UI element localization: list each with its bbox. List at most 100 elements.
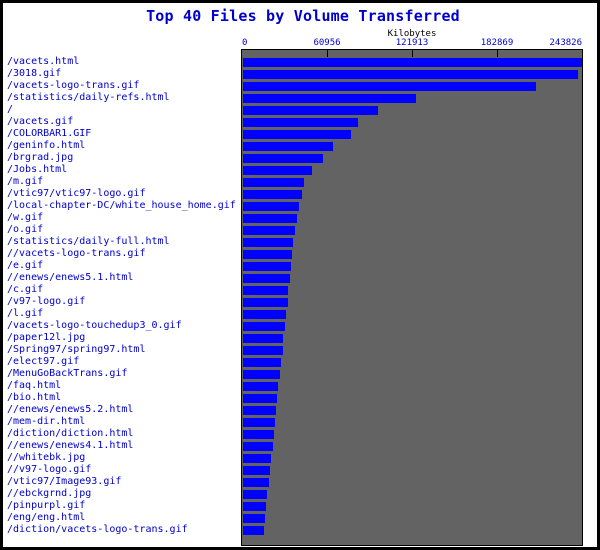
bar-row	[242, 321, 582, 333]
bar-row	[242, 501, 582, 513]
bar-row	[242, 117, 582, 129]
bar-row	[242, 93, 582, 105]
bar	[243, 442, 273, 451]
category-label: //enews/enews5.2.html	[7, 404, 134, 415]
bar	[243, 490, 267, 499]
category-label: /statistics/daily-full.html	[7, 236, 170, 247]
bar-row	[242, 213, 582, 225]
bar-row	[242, 261, 582, 273]
bar	[243, 202, 299, 211]
bar	[243, 94, 416, 103]
x-tick-label: 0	[242, 38, 248, 48]
bar-row	[242, 405, 582, 417]
bar-row	[242, 273, 582, 285]
tick-strip	[242, 50, 582, 57]
bar	[243, 82, 536, 91]
bar	[243, 274, 290, 283]
bar	[243, 430, 274, 439]
chart-title: Top 40 Files by Volume Transferred	[146, 7, 460, 25]
bar-row	[242, 429, 582, 441]
category-label: /v97-logo.gif	[7, 296, 86, 307]
category-label: /o.gif	[7, 224, 44, 235]
bar	[243, 166, 312, 175]
bar	[243, 334, 283, 343]
category-label: /vtic97/vtic97-logo.gif	[7, 188, 146, 199]
category-label: /statistics/daily-refs.html	[7, 92, 170, 103]
category-label: //whitebk.jpg	[7, 452, 86, 463]
category-label: /vtic97/Image93.gif	[7, 476, 122, 487]
x-tick-label: 243826	[549, 38, 582, 48]
x-tick-mark	[497, 50, 498, 57]
category-label: /Spring97/spring97.html	[7, 344, 146, 355]
x-tick-mark	[412, 50, 413, 57]
bar-row	[242, 237, 582, 249]
bar	[243, 502, 266, 511]
bar-row	[242, 393, 582, 405]
category-label: /vacets.html	[7, 56, 80, 67]
bar-row	[242, 153, 582, 165]
bar	[243, 142, 333, 151]
x-tick-label: 121913	[395, 38, 429, 48]
y-axis-category-labels: /vacets.html/3018.gif/vacets-logo-trans.…	[7, 56, 239, 536]
category-label: /vacets-logo-touchedup3_0.gif	[7, 320, 182, 331]
bar	[243, 454, 271, 463]
category-label: /diction/vacets-logo-trans.gif	[7, 524, 188, 535]
bar-row	[242, 285, 582, 297]
bar	[243, 130, 351, 139]
category-label: /c.gif	[7, 284, 44, 295]
bar-series	[242, 57, 582, 537]
bar	[243, 382, 278, 391]
category-label: /geninfo.html	[7, 140, 86, 151]
bar	[243, 214, 297, 223]
category-label: /pinpurpl.gif	[7, 500, 86, 511]
category-label: /bio.html	[7, 392, 62, 403]
bar	[243, 394, 277, 403]
category-label: /w.gif	[7, 212, 44, 223]
bar	[243, 298, 288, 307]
bar	[243, 178, 304, 187]
category-label: /MenuGoBackTrans.gif	[7, 368, 128, 379]
bar-row	[242, 453, 582, 465]
category-label: /local-chapter-DC/white_house_home.gif	[7, 200, 236, 211]
bar	[243, 58, 582, 67]
bar	[243, 70, 578, 79]
bar-row	[242, 381, 582, 393]
category-label: /mem-dir.html	[7, 416, 86, 427]
category-label: /m.gif	[7, 176, 44, 187]
bar	[243, 346, 283, 355]
bar-row	[242, 141, 582, 153]
bar-row	[242, 465, 582, 477]
bar-row	[242, 189, 582, 201]
category-label: /eng/eng.html	[7, 512, 86, 523]
bar	[243, 106, 378, 115]
x-tick-label: 60956	[313, 38, 341, 48]
bar	[243, 514, 265, 523]
bar-row	[242, 69, 582, 81]
category-label: //v97-logo.gif	[7, 464, 92, 475]
bar	[243, 310, 286, 319]
bar-row	[242, 249, 582, 261]
category-label: //vacets-logo-trans.gif	[7, 248, 146, 259]
bar	[243, 358, 281, 367]
bar	[243, 118, 358, 127]
bar-row	[242, 309, 582, 321]
bar	[243, 286, 288, 295]
bar	[243, 526, 264, 535]
bar-row	[242, 297, 582, 309]
chart-frame: Top 40 Files by Volume Transferred Kilob…	[0, 0, 600, 550]
bar	[243, 370, 280, 379]
bar-row	[242, 165, 582, 177]
bar	[243, 418, 275, 427]
bar-row	[242, 369, 582, 381]
x-tick-label: 182869	[480, 38, 514, 48]
category-label: /faq.html	[7, 380, 62, 391]
category-label: /l.gif	[7, 308, 44, 319]
category-label: /vacets-logo-trans.gif	[7, 80, 140, 91]
bar-row	[242, 345, 582, 357]
bar	[243, 226, 295, 235]
bar-row	[242, 489, 582, 501]
category-label: //enews/enews5.1.html	[7, 272, 134, 283]
category-label: /brgrad.jpg	[7, 152, 74, 163]
bar-row	[242, 105, 582, 117]
bar	[243, 262, 291, 271]
